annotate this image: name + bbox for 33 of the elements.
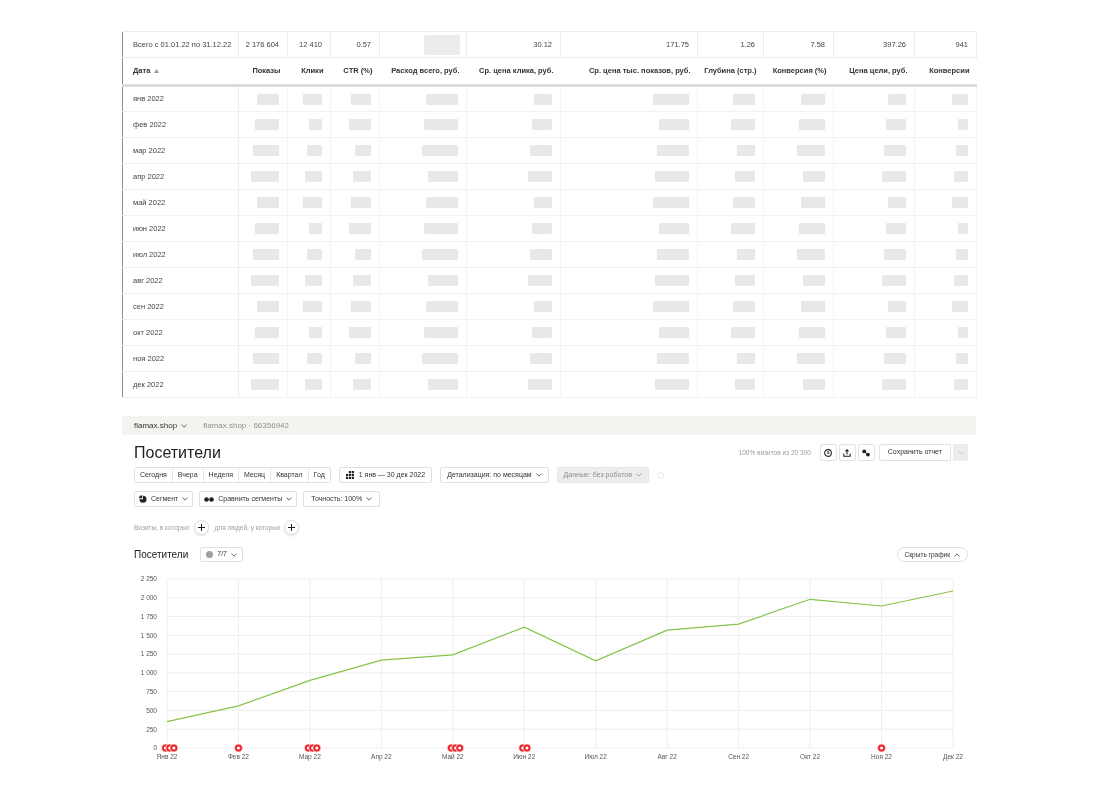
history-button[interactable] xyxy=(819,444,837,461)
two-circles-icon xyxy=(204,496,215,502)
chevron-down-icon xyxy=(635,473,642,477)
report-title: Посетители xyxy=(134,444,221,461)
pie-chart-icon xyxy=(139,495,147,503)
clock-icon xyxy=(824,448,833,457)
chevron-down-icon xyxy=(366,497,373,501)
dot-icon xyxy=(206,551,214,558)
chevron-down-icon xyxy=(535,473,542,477)
plus-icon xyxy=(197,524,205,531)
counter-selector[interactable]: flamax.shop xyxy=(134,419,188,432)
event-marker-icon[interactable] xyxy=(518,743,532,753)
event-marker-icon[interactable] xyxy=(877,743,886,753)
chevron-up-icon xyxy=(954,552,960,557)
grid-icon xyxy=(345,471,354,479)
event-marker-icon[interactable] xyxy=(304,743,322,753)
share-button[interactable] xyxy=(857,444,875,461)
chevron-down-icon xyxy=(181,423,188,428)
chevron-down-icon xyxy=(231,552,237,557)
counter-id: flamax.shop · 66356942 xyxy=(203,419,289,432)
event-marker-icon[interactable] xyxy=(447,743,465,753)
chevron-down-icon xyxy=(182,497,189,501)
chevron-down-icon xyxy=(286,497,293,501)
event-marker-icon[interactable] xyxy=(234,743,243,753)
chevron-down-icon xyxy=(957,450,964,455)
plus-icon xyxy=(288,524,296,531)
upload-icon xyxy=(843,448,852,457)
two-dots-icon xyxy=(862,448,871,457)
event-marker-icon[interactable] xyxy=(161,743,179,753)
add-condition-button[interactable] xyxy=(193,520,209,535)
add-condition-button[interactable] xyxy=(284,520,300,535)
chart-title: Посетители xyxy=(134,548,189,562)
export-button[interactable] xyxy=(838,444,856,461)
